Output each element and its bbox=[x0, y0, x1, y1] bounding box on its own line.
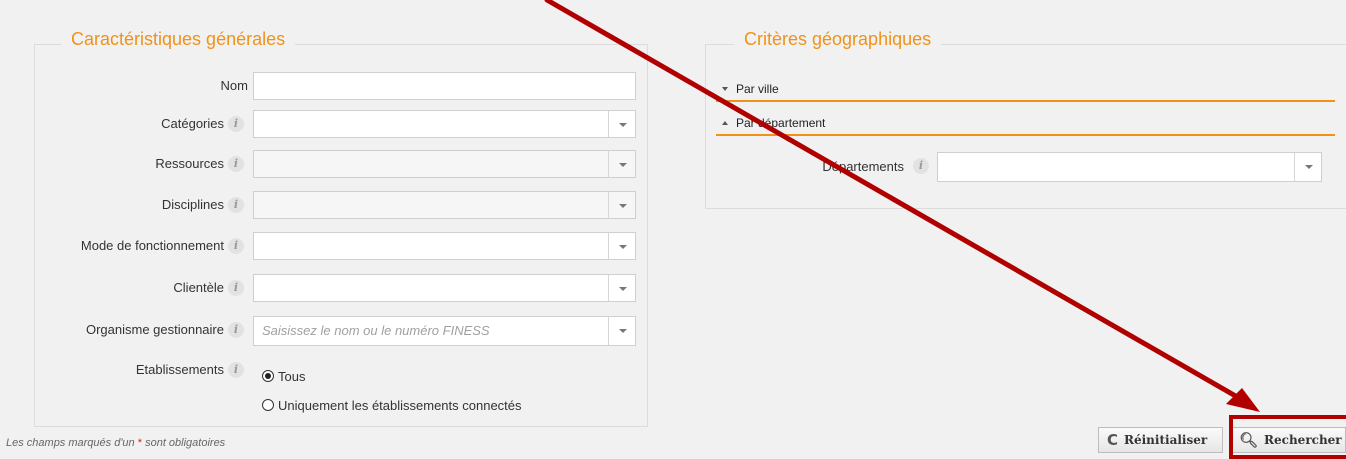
organisme-info-icon[interactable]: i bbox=[228, 322, 244, 338]
chevron-down-icon[interactable] bbox=[608, 111, 635, 137]
chevron-down-icon[interactable] bbox=[608, 275, 635, 301]
required-fields-note: Les champs marqués d'un * sont obligatoi… bbox=[6, 437, 226, 449]
disciplines-label: Disciplines bbox=[161, 197, 224, 212]
organisme-placeholder: Saisissez le nom ou le numéro FINESS bbox=[262, 323, 490, 338]
clientele-label: Clientèle bbox=[173, 280, 224, 295]
radio-button-selected[interactable] bbox=[262, 370, 274, 382]
reset-button[interactable]: C Réinitialiser bbox=[1098, 427, 1223, 453]
disciplines-row: Disciplines bbox=[0, 191, 224, 219]
chevron-down-icon[interactable] bbox=[608, 233, 635, 259]
categories-info-icon[interactable]: i bbox=[228, 116, 244, 132]
radio-connectes-label: Uniquement les établissements connectés bbox=[278, 397, 522, 413]
accordion-par-ville[interactable]: Par ville bbox=[716, 78, 1335, 102]
organisme-row: Organisme gestionnaire bbox=[0, 316, 224, 344]
triangle-up-icon bbox=[722, 121, 728, 125]
radio-tous-label: Tous bbox=[278, 368, 306, 384]
etablissements-row: Etablissements bbox=[0, 356, 224, 384]
general-legend: Caractéristiques générales bbox=[61, 29, 296, 50]
departements-label: Départements bbox=[822, 159, 904, 174]
radio-button[interactable] bbox=[262, 399, 274, 411]
categories-row: Catégories bbox=[0, 110, 224, 138]
radio-tous[interactable]: Tous bbox=[262, 366, 305, 386]
mode-row: Mode de fonctionnement bbox=[0, 232, 224, 260]
reset-label: Réinitialiser bbox=[1124, 433, 1208, 447]
triangle-down-icon bbox=[722, 87, 728, 91]
chevron-down-icon[interactable] bbox=[608, 192, 635, 218]
mode-select[interactable] bbox=[253, 232, 636, 260]
nom-input[interactable] bbox=[253, 72, 636, 100]
categories-label: Catégories bbox=[161, 116, 224, 131]
disciplines-select[interactable] bbox=[253, 191, 636, 219]
mode-info-icon[interactable]: i bbox=[228, 238, 244, 254]
organisme-label: Organisme gestionnaire bbox=[85, 322, 224, 337]
mode-label: Mode de fonctionnement bbox=[80, 238, 224, 253]
chevron-down-icon[interactable] bbox=[608, 317, 635, 345]
organisme-combobox[interactable]: Saisissez le nom ou le numéro FINESS bbox=[253, 316, 636, 346]
chevron-down-icon[interactable] bbox=[1294, 153, 1321, 181]
disciplines-info-icon[interactable]: i bbox=[228, 197, 244, 213]
accordion-par-departement[interactable]: Par département bbox=[716, 112, 1335, 136]
departements-row: Départements bbox=[0, 153, 904, 181]
geo-legend: Critères géographiques bbox=[734, 29, 942, 50]
nom-row: Nom bbox=[0, 72, 248, 100]
par-departement-label: Par département bbox=[736, 116, 826, 130]
refresh-icon: C bbox=[1107, 431, 1119, 449]
etablissements-info-icon[interactable]: i bbox=[228, 362, 244, 378]
etablissements-label: Etablissements bbox=[135, 362, 224, 377]
annotation-highlight-box bbox=[1229, 415, 1346, 459]
departements-select[interactable] bbox=[937, 152, 1322, 182]
radio-connectes[interactable]: Uniquement les établissements connectés bbox=[262, 395, 522, 415]
departements-info-icon[interactable]: i bbox=[913, 158, 929, 174]
categories-select[interactable] bbox=[253, 110, 636, 138]
clientele-select[interactable] bbox=[253, 274, 636, 302]
required-star: * bbox=[137, 437, 143, 449]
nom-label: Nom bbox=[220, 78, 248, 93]
clientele-info-icon[interactable]: i bbox=[228, 280, 244, 296]
clientele-row: Clientèle bbox=[0, 274, 224, 302]
par-ville-label: Par ville bbox=[736, 82, 779, 96]
